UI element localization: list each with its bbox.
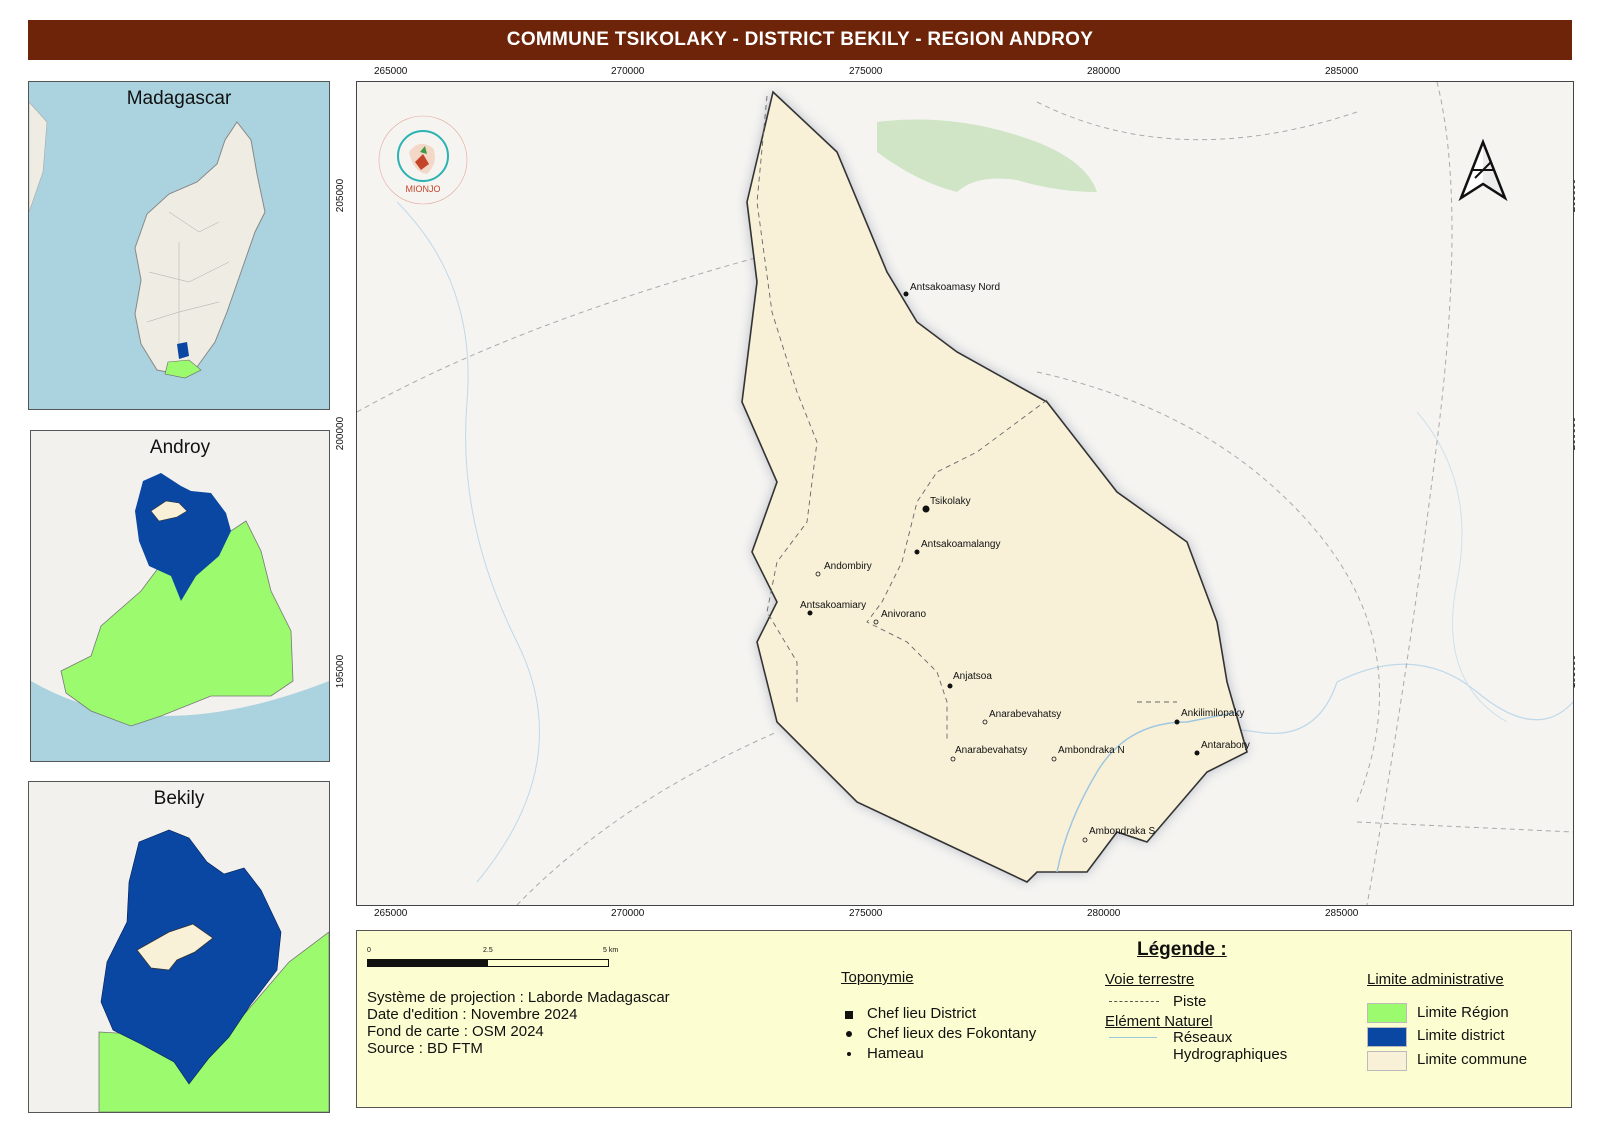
river [1416, 411, 1508, 723]
legend-chef-district: Chef lieu District [867, 1005, 977, 1022]
legend-hameau: Hameau [867, 1045, 924, 1062]
legend-panel: 0 2.5 5 km Système de projection : Labor… [356, 930, 1572, 1108]
scale-label: 2.5 [483, 947, 493, 954]
commune-swatch [1367, 1051, 1407, 1071]
place-marker [807, 610, 813, 616]
inset-bekily: Bekily [28, 781, 330, 1113]
river [396, 201, 540, 883]
hameau-symbol [847, 1052, 851, 1056]
main-map: Antsakoamasy Nord Tsikolaky Antsakoamala… [356, 81, 1574, 906]
place-marker [1174, 719, 1180, 725]
legend-piste: Piste [1173, 993, 1207, 1010]
road [1036, 101, 1358, 141]
legend-heading-element-naturel: Elément Naturel [1105, 1013, 1213, 1030]
x-tick-top: 285000 [1325, 66, 1359, 77]
scale-label: 0 [367, 947, 371, 954]
x-tick-bottom: 275000 [849, 908, 883, 919]
basemap-text: Fond de carte : OSM 2024 [367, 1023, 544, 1040]
legend-title: Légende : [1137, 939, 1227, 960]
chef-district-symbol [845, 1011, 853, 1019]
x-tick-bottom: 285000 [1325, 908, 1359, 919]
place-label: Anarabevahatsy [989, 709, 1061, 720]
inset-madagascar: Madagascar [28, 81, 330, 410]
place-label: Anivorano [881, 609, 926, 620]
place-marker [947, 683, 953, 689]
date-text: Date d'edition : Novembre 2024 [367, 1006, 578, 1023]
place-label: Anarabevahatsy [955, 745, 1027, 756]
place-label: Antsakoamasy Nord [910, 282, 1000, 293]
road [516, 731, 778, 905]
place-label: Anjatsoa [953, 671, 992, 682]
river [1336, 663, 1573, 721]
inset-androy: Androy [30, 430, 330, 762]
legend-reseaux-1: Réseaux [1173, 1029, 1233, 1046]
x-tick-top: 270000 [611, 66, 645, 77]
x-tick-bottom: 280000 [1087, 908, 1121, 919]
legend-limite-commune: Limite commune [1417, 1051, 1528, 1068]
main-map-canvas: Antsakoamasy Nord Tsikolaky Antsakoamala… [357, 82, 1573, 905]
road [357, 251, 778, 413]
road [1366, 82, 1453, 905]
inset-label-bekily: Bekily [153, 788, 205, 809]
reseaux-symbol [1109, 1037, 1157, 1038]
region-swatch [1367, 1003, 1407, 1023]
x-tick-top: 275000 [849, 66, 883, 77]
place-label: Antarabory [1201, 740, 1250, 751]
place-label: Ankilimilopaky [1181, 708, 1244, 719]
x-tick-top: 265000 [374, 66, 408, 77]
x-tick-bottom: 265000 [374, 908, 408, 919]
androy-outline [31, 473, 329, 761]
y-tick-left: 200000 [335, 416, 347, 451]
place-label: Ambondraka S [1089, 826, 1155, 837]
place-label: Andombiry [824, 561, 872, 572]
y-tick-left: 205000 [335, 178, 347, 213]
place-marker [903, 291, 909, 297]
madagascar-outline [29, 101, 266, 379]
inset-label-madagascar: Madagascar [126, 88, 232, 109]
place-label: Tsikolaky [930, 496, 971, 507]
vegetation [877, 119, 1097, 192]
legend-heading-voie: Voie terrestre [1105, 971, 1195, 988]
district-swatch [1367, 1027, 1407, 1047]
map-title: COMMUNE TSIKOLAKY - DISTRICT BEKILY - RE… [28, 20, 1572, 60]
scale-label: 5 km [603, 947, 619, 954]
mionjo-logo: MIONJO [378, 115, 468, 205]
place-marker [922, 505, 930, 513]
legend-limite-district: Limite district [1417, 1027, 1505, 1044]
commune-boundary [741, 90, 1248, 883]
y-tick-left: 195000 [335, 654, 347, 689]
place-marker [1194, 750, 1200, 756]
place-label: Antsakoamiary [800, 600, 866, 611]
legend-heading-limite-admin: Limite administrative [1367, 971, 1504, 988]
projection-text: Système de projection : Laborde Madagasc… [367, 989, 670, 1006]
scale-bar [367, 959, 609, 967]
x-tick-bottom: 270000 [611, 908, 645, 919]
place-label: Ambondraka N [1058, 745, 1125, 756]
bekily-outline [98, 829, 329, 1112]
chef-fokontany-symbol [846, 1031, 852, 1037]
place-label: Antsakoamalangy [921, 539, 1001, 550]
north-arrow-icon [1458, 138, 1508, 202]
legend-limite-region: Limite Région [1417, 1004, 1509, 1021]
inset-label-androy: Androy [149, 437, 211, 458]
source-text: Source : BD FTM [367, 1040, 483, 1057]
place-marker [914, 549, 920, 555]
legend-chef-fokontany: Chef lieux des Fokontany [867, 1025, 1037, 1042]
piste-symbol [1109, 1001, 1159, 1002]
road [1356, 821, 1573, 833]
legend-reseaux-2: Hydrographiques [1173, 1046, 1288, 1063]
legend-heading-toponymie: Toponymie [841, 969, 914, 986]
x-tick-top: 280000 [1087, 66, 1121, 77]
logo-text: MIONJO [406, 184, 441, 194]
